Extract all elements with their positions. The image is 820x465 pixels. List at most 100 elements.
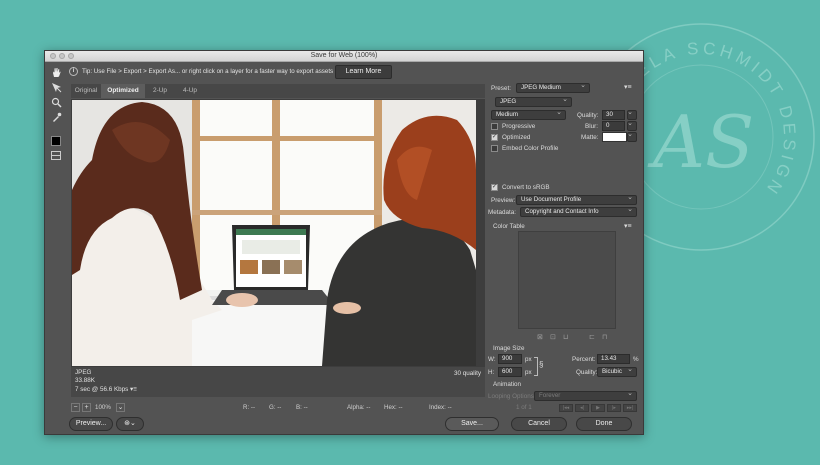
embed-color-profile-label: Embed Color Profile: [502, 145, 559, 152]
tip-text: Tip: Use File > Export > Export As... or…: [82, 68, 334, 75]
percent-input[interactable]: 13.43: [597, 354, 630, 364]
frame-counter: 1 of 1: [516, 404, 532, 411]
hand-icon[interactable]: [49, 66, 63, 79]
browser-icon: ⊛⌄: [124, 420, 136, 427]
status-blue: B: --: [296, 404, 308, 411]
info-quality: 30 quality: [454, 370, 481, 377]
tool-strip: [45, 63, 67, 403]
metadata-label: Metadata:: [488, 209, 517, 216]
width-label: W:: [488, 356, 496, 363]
compression-select[interactable]: Medium: [491, 110, 566, 120]
play-button[interactable]: ▶: [591, 404, 605, 412]
color-table-menu-icon[interactable]: ▾≡: [624, 222, 632, 230]
done-button[interactable]: Done: [576, 417, 632, 431]
info-icon: i: [69, 67, 78, 76]
preview-profile-select[interactable]: Use Document Profile: [516, 195, 637, 205]
matte-label: Matte:: [581, 134, 599, 141]
zoom-out-button[interactable]: −: [71, 403, 80, 412]
status-alpha: Alpha: --: [347, 404, 371, 411]
zoom-level[interactable]: 100%: [95, 404, 111, 411]
convert-srgb-label: Convert to sRGB: [502, 184, 550, 191]
preview-profile-label: Preview:: [491, 197, 516, 204]
eyedropper-icon[interactable]: [49, 111, 63, 124]
tab-original[interactable]: Original: [71, 84, 101, 98]
download-speed-menu-icon[interactable]: ▾≡: [130, 386, 137, 393]
image-size-label: Image Size: [493, 345, 525, 352]
eyedropper-color-swatch[interactable]: [51, 136, 61, 146]
browser-preview-button[interactable]: ⊛⌄: [116, 417, 144, 431]
save-button[interactable]: Save...: [445, 417, 499, 431]
preview-button[interactable]: Preview...: [69, 417, 113, 431]
last-frame-button[interactable]: ▸▸|: [623, 404, 637, 412]
convert-srgb-checkbox[interactable]: ✓: [491, 184, 498, 191]
height-label: H:: [488, 369, 495, 376]
status-green: G: --: [269, 404, 282, 411]
trash-icon[interactable]: ⊓: [602, 333, 607, 341]
previous-frame-button[interactable]: ◂|: [575, 404, 589, 412]
status-bar: − + 100% ⌄ R: -- G: -- B: -- Alpha: -- H…: [67, 401, 487, 415]
lock-color-icon[interactable]: ⊔: [563, 333, 568, 341]
watermark-monogram: AS: [647, 100, 754, 184]
cancel-button[interactable]: Cancel: [511, 417, 567, 431]
matte-dropdown[interactable]: [627, 132, 637, 142]
width-unit: px: [525, 356, 532, 363]
constrain-bracket: [534, 357, 538, 376]
looping-select[interactable]: Forever: [534, 391, 637, 401]
info-file-size: 33.88K: [75, 377, 95, 384]
toggle-slices-icon[interactable]: [49, 149, 63, 162]
matte-color-swatch[interactable]: [602, 132, 627, 142]
blur-label: Blur:: [585, 123, 598, 130]
quality-dropdown[interactable]: [627, 110, 637, 120]
preset-menu-icon[interactable]: ▾≡: [624, 83, 632, 91]
color-table-label: Color Table: [493, 223, 525, 230]
first-frame-button[interactable]: |◂◂: [559, 404, 573, 412]
status-index: Index: --: [429, 404, 452, 411]
quality-input[interactable]: 30: [602, 110, 625, 120]
optimized-checkbox[interactable]: ✓: [491, 134, 498, 141]
progressive-checkbox[interactable]: [491, 123, 498, 130]
new-color-icon[interactable]: ⊏: [589, 333, 595, 341]
map-color-icon[interactable]: ⊠: [537, 333, 543, 341]
info-download-time: 7 sec @ 56.6 Kbps: [75, 386, 129, 393]
height-input[interactable]: 600: [498, 367, 522, 377]
tab-4-up[interactable]: 4-Up: [175, 84, 205, 98]
looping-label: Looping Options:: [488, 393, 536, 400]
height-unit: px: [525, 369, 532, 376]
preview-info-bar: JPEG 33.88K 7 sec @ 56.6 Kbps ▾≡ 30 qual…: [71, 367, 485, 397]
blur-input[interactable]: 0: [602, 121, 625, 131]
quality-label: Quality:: [577, 112, 599, 119]
progressive-label: Progressive: [502, 123, 536, 130]
embed-color-profile-checkbox[interactable]: [491, 145, 498, 152]
tab-optimized[interactable]: Optimized: [101, 84, 145, 98]
web-shift-icon[interactable]: ⊡: [550, 333, 556, 341]
save-for-web-dialog: Save for Web (100%) i Tip: Use File > Ex…: [44, 50, 644, 435]
color-table[interactable]: [518, 231, 616, 329]
zoom-in-button[interactable]: +: [82, 403, 91, 412]
optimized-label: Optimized: [502, 134, 531, 141]
info-format: JPEG: [75, 369, 92, 376]
percent-label: Percent:: [572, 356, 596, 363]
tab-2-up[interactable]: 2-Up: [145, 84, 175, 98]
preset-select[interactable]: JPEG Medium: [516, 83, 590, 93]
link-icon[interactable]: §: [539, 360, 543, 369]
settings-panel: Preset: JPEG Medium ▾≡ JPEG Medium Quali…: [487, 81, 643, 411]
resample-select[interactable]: Bicubic: [597, 367, 637, 377]
preset-label: Preset:: [491, 85, 511, 92]
next-frame-button[interactable]: |▸: [607, 404, 621, 412]
zoom-icon[interactable]: [49, 96, 63, 109]
status-hex: Hex: --: [384, 404, 403, 411]
slice-select-icon[interactable]: [49, 81, 63, 94]
animation-label: Animation: [493, 381, 522, 388]
width-input[interactable]: 900: [498, 354, 522, 364]
learn-more-button[interactable]: Learn More: [335, 65, 392, 79]
tip-bar: i Tip: Use File > Export > Export As... …: [67, 63, 487, 81]
blur-dropdown[interactable]: [627, 121, 637, 131]
resample-label: Quality:: [576, 369, 598, 376]
optimized-preview-image[interactable]: [72, 100, 476, 366]
window-title: Save for Web (100%): [310, 52, 378, 59]
metadata-select[interactable]: Copyright and Contact Info: [520, 207, 637, 217]
percent-unit: %: [633, 356, 639, 363]
status-red: R: --: [243, 404, 256, 411]
format-select[interactable]: JPEG: [495, 97, 572, 107]
zoom-dropdown-icon[interactable]: ⌄: [116, 403, 125, 412]
